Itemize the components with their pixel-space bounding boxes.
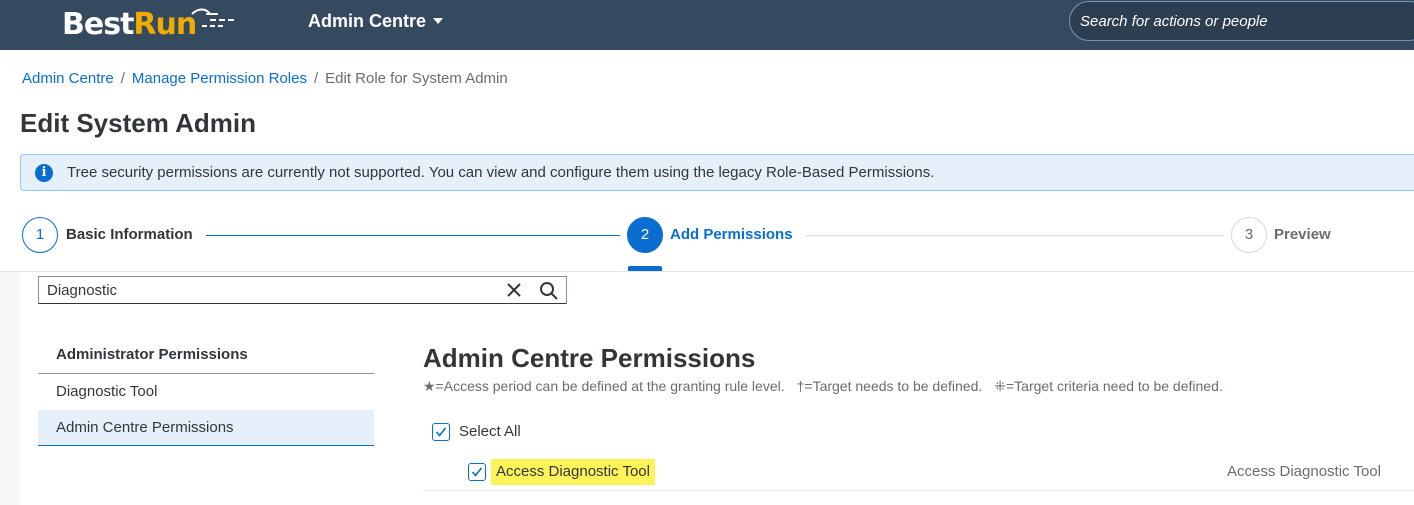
chevron-down-icon xyxy=(433,18,444,24)
checkmark-icon xyxy=(435,427,447,437)
breadcrumb: Admin Centre / Manage Permission Roles /… xyxy=(22,70,508,87)
breadcrumb-admin-centre[interactable]: Admin Centre xyxy=(22,70,114,87)
shell-bar: Best Run Admin Centre Search for actions … xyxy=(0,0,1414,50)
logo-speed-lines-icon xyxy=(191,8,236,27)
clear-icon[interactable] xyxy=(505,281,523,299)
access-diagnostic-tool-checkbox[interactable] xyxy=(468,463,486,481)
wizard-step-1-circle[interactable]: 1 xyxy=(22,217,58,253)
legend-target-needed: †=Target needs to be defined. xyxy=(796,378,983,394)
app-title-menu[interactable]: Admin Centre xyxy=(308,10,444,32)
wizard-step-add-permissions[interactable]: Add Permissions xyxy=(670,226,793,243)
wizard-step-basic-information[interactable]: Basic Information xyxy=(66,226,193,243)
wizard-divider xyxy=(0,271,1414,272)
select-all-label[interactable]: Select All xyxy=(459,423,521,440)
info-message-strip: i Tree security permissions are currentl… xyxy=(20,154,1414,191)
page-title: Edit System Admin xyxy=(20,108,256,138)
info-message-text: Tree security permissions are currently … xyxy=(67,164,935,181)
nav-heading-label: Administrator Permissions xyxy=(56,346,248,363)
access-diagnostic-tool-description: Access Diagnostic Tool xyxy=(1227,463,1381,480)
legend-access-period: ★=Access period can be defined at the gr… xyxy=(423,378,785,394)
global-search-input[interactable]: Search for actions or people xyxy=(1069,1,1414,41)
wizard-connector-upcoming xyxy=(806,235,1224,236)
checkmark-icon xyxy=(471,467,483,477)
access-diagnostic-tool-label[interactable]: Access Diagnostic Tool xyxy=(491,459,655,485)
wizard-step-2-circle[interactable]: 2 xyxy=(627,217,663,253)
nav-heading: Administrator Permissions xyxy=(38,336,374,374)
breadcrumb-separator: / xyxy=(120,70,125,87)
breadcrumb-current: Edit Role for System Admin xyxy=(325,70,508,87)
logo-text-best: Best xyxy=(62,6,134,42)
breadcrumb-manage-permission-roles[interactable]: Manage Permission Roles xyxy=(132,70,307,87)
row-divider xyxy=(423,490,1414,491)
wizard-connector-completed xyxy=(206,235,620,236)
select-all-checkbox[interactable] xyxy=(432,423,450,441)
search-icon[interactable] xyxy=(539,281,559,301)
legend-target-criteria: ⁜=Target criteria need to be defined. xyxy=(994,378,1223,394)
info-icon: i xyxy=(35,164,53,182)
nav-item-label: Admin Centre Permissions xyxy=(56,419,234,436)
left-gutter xyxy=(0,272,20,505)
permission-search-input[interactable]: Diagnostic xyxy=(38,276,567,304)
nav-item-admin-centre-permissions[interactable]: Admin Centre Permissions xyxy=(38,410,374,446)
search-placeholder: Search for actions or people xyxy=(1080,13,1268,30)
nav-item-label: Diagnostic Tool xyxy=(56,383,158,400)
permissions-section-title: Admin Centre Permissions xyxy=(423,343,756,373)
permission-search-value: Diagnostic xyxy=(47,282,118,299)
app-title-label: Admin Centre xyxy=(308,10,427,31)
nav-item-diagnostic-tool[interactable]: Diagnostic Tool xyxy=(38,374,374,410)
wizard-step-3-circle[interactable]: 3 xyxy=(1231,217,1267,253)
permissions-legend: ★=Access period can be defined at the gr… xyxy=(423,378,1223,395)
breadcrumb-separator: / xyxy=(313,70,319,87)
wizard-step-preview[interactable]: Preview xyxy=(1274,226,1331,243)
